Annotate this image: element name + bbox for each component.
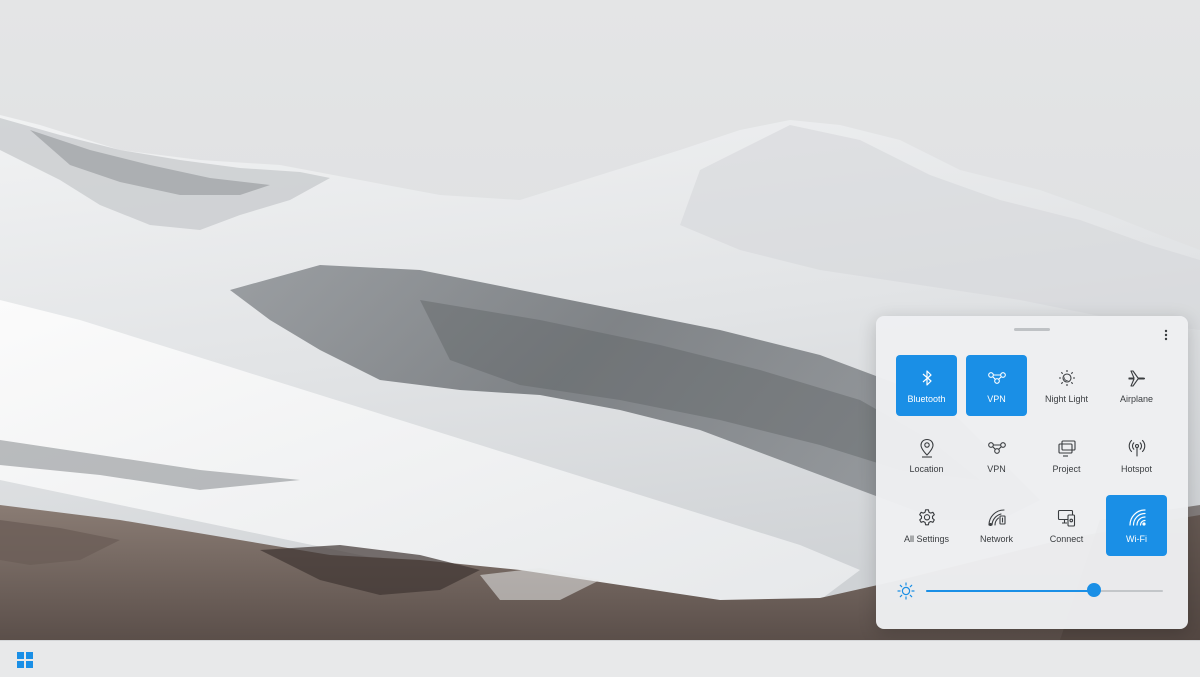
wifi-tile[interactable]: Wi-Fi — [1106, 495, 1167, 556]
bluetooth-tile[interactable]: Bluetooth — [896, 355, 957, 416]
airplane-tile[interactable]: Airplane — [1106, 355, 1167, 416]
more-options-button[interactable] — [1158, 327, 1174, 343]
wifi-icon — [1127, 508, 1147, 528]
night-light-icon — [1057, 368, 1077, 388]
tile-label: Bluetooth — [907, 394, 946, 404]
more-vertical-icon — [1164, 329, 1168, 341]
network-icon — [987, 508, 1007, 528]
bluetooth-icon — [917, 368, 937, 388]
night-light-tile[interactable]: Night Light — [1036, 355, 1097, 416]
brightness-slider-fill — [926, 590, 1095, 592]
hotspot-icon — [1127, 438, 1147, 458]
tile-label: Network — [979, 534, 1013, 544]
brightness-icon — [897, 582, 915, 600]
vpn-icon — [987, 368, 1007, 388]
tile-label: Location — [909, 464, 944, 474]
all-settings-tile[interactable]: All Settings — [896, 495, 957, 556]
taskbar — [0, 640, 1200, 677]
start-button[interactable] — [17, 652, 33, 668]
tile-label: Project — [1052, 464, 1081, 474]
brightness-slider[interactable] — [926, 583, 1163, 597]
connect-tile[interactable]: Connect — [1036, 495, 1097, 556]
vpn-tile-2[interactable]: VPN — [966, 425, 1027, 486]
brightness-slider-thumb[interactable] — [1087, 583, 1102, 597]
airplane-icon — [1127, 368, 1147, 388]
tile-label: VPN — [987, 464, 1006, 474]
connect-icon — [1057, 508, 1077, 528]
vpn-tile[interactable]: VPN — [966, 355, 1027, 416]
tile-label: Connect — [1049, 534, 1084, 544]
vpn-icon — [987, 438, 1007, 458]
tile-label: VPN — [987, 394, 1006, 404]
project-tile[interactable]: Project — [1036, 425, 1097, 486]
location-pin-icon — [917, 438, 937, 458]
hotspot-tile[interactable]: Hotspot — [1106, 425, 1167, 486]
location-tile[interactable]: Location — [896, 425, 957, 486]
tile-label: All Settings — [903, 534, 950, 544]
network-tile[interactable]: Network — [966, 495, 1027, 556]
panel-grab-handle[interactable] — [1014, 328, 1050, 331]
tile-label: Wi-Fi — [1126, 534, 1147, 544]
project-icon — [1057, 438, 1077, 458]
windows-logo-icon — [17, 652, 24, 659]
windows-logo-icon — [17, 661, 24, 668]
gear-icon — [917, 508, 937, 528]
tile-label: Night Light — [1044, 394, 1089, 404]
tile-label: Hotspot — [1120, 464, 1153, 474]
quick-settings-grid: Bluetooth VPN Night Light Airplane Locat… — [896, 355, 1167, 556]
tile-label: Airplane — [1119, 394, 1154, 404]
windows-logo-icon — [26, 652, 33, 659]
windows-logo-icon — [26, 661, 33, 668]
quick-settings-panel: Bluetooth VPN Night Light Airplane Locat… — [876, 316, 1188, 629]
